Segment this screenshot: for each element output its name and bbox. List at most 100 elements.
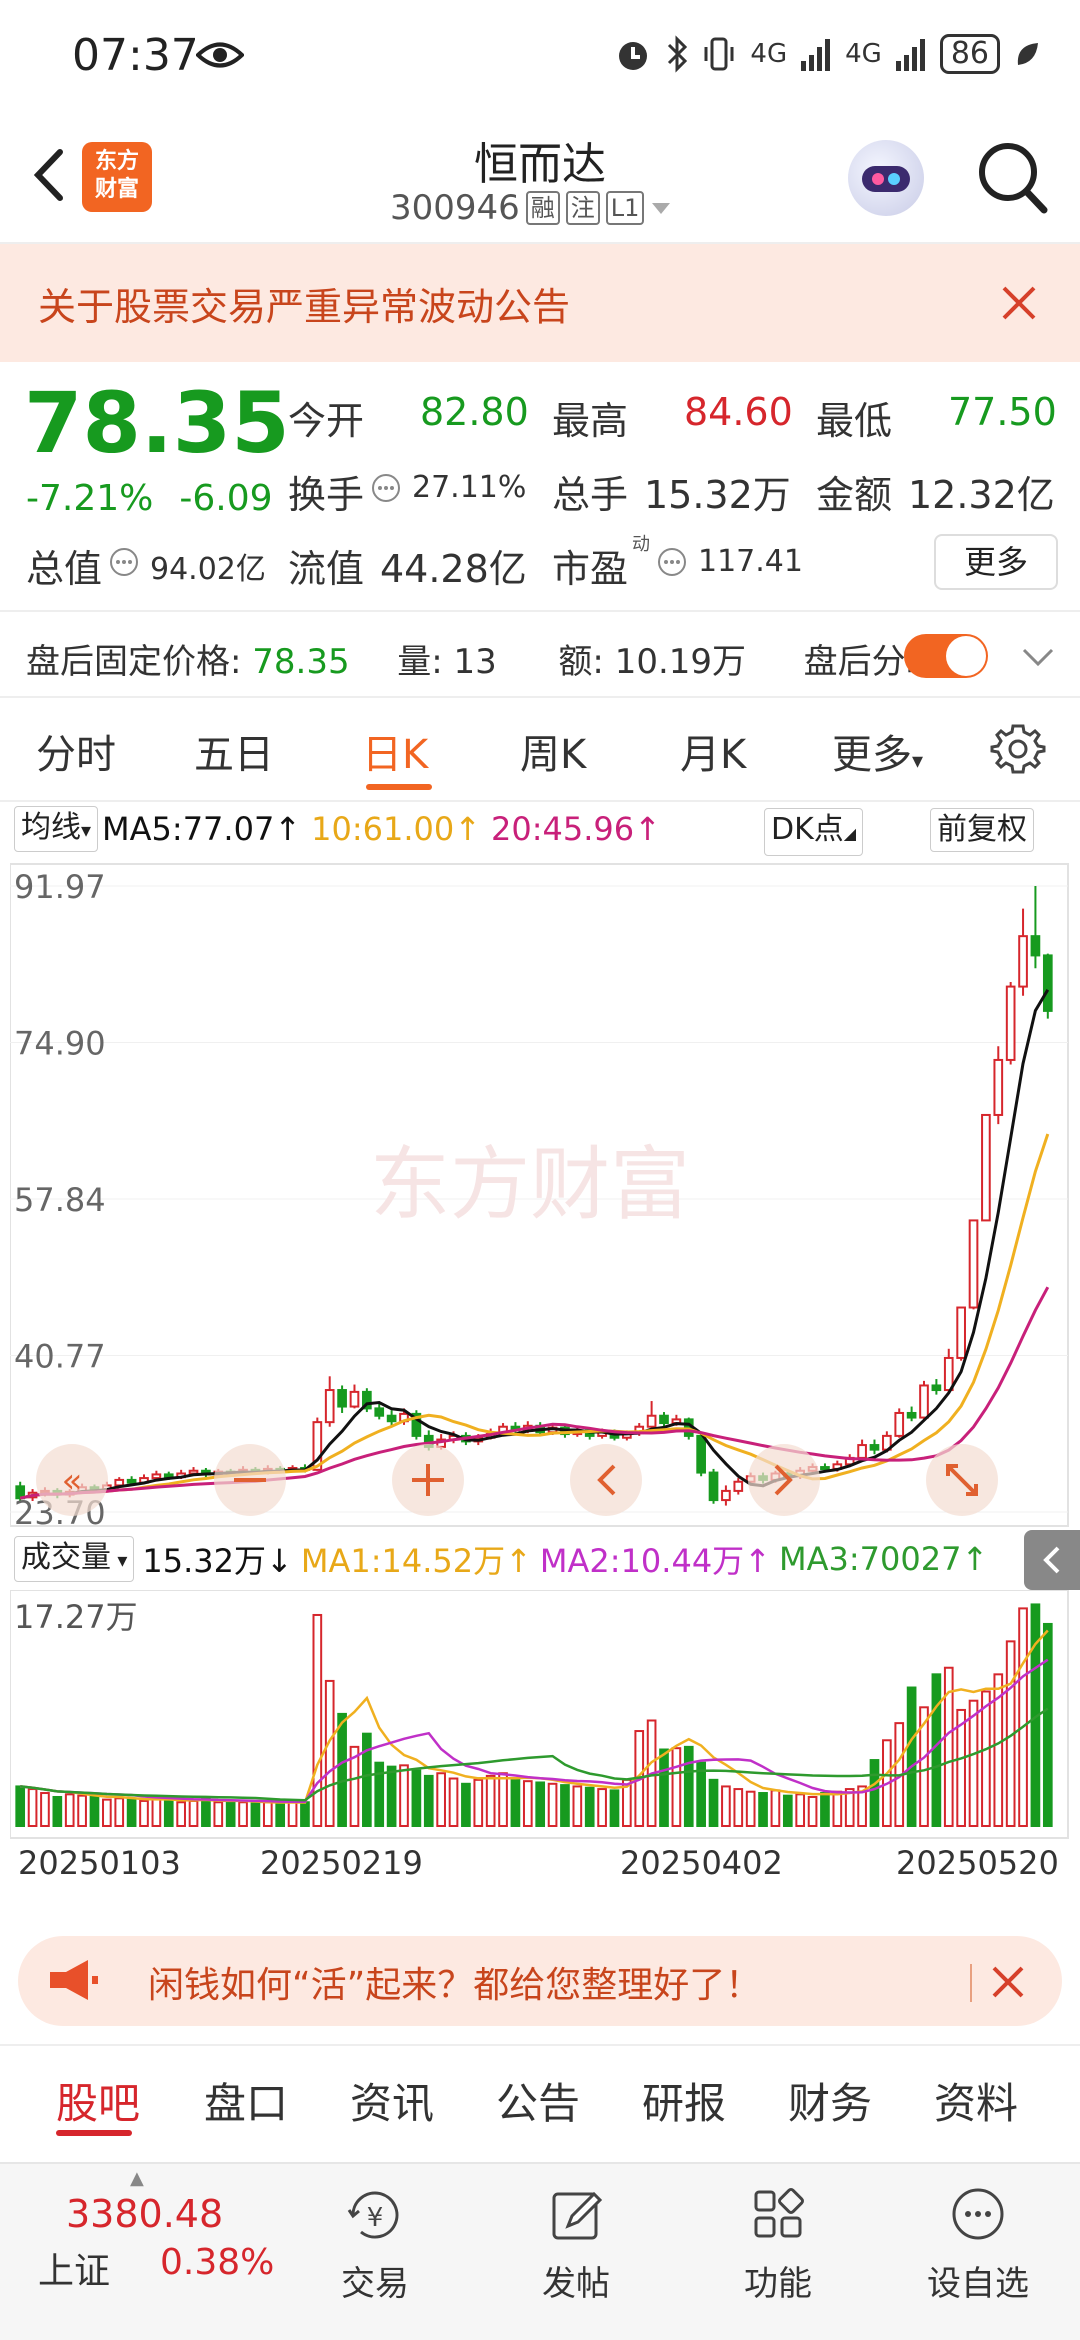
announcement-text[interactable]: 关于股票交易严重异常波动公告 bbox=[38, 276, 570, 331]
tab-profile[interactable]: 资料 bbox=[934, 2070, 1018, 2131]
volume-chart[interactable]: 17.27万 bbox=[10, 1590, 1070, 1840]
market-cap-value: 94.02亿 bbox=[150, 552, 266, 587]
nav-post[interactable]: 发帖 bbox=[506, 2186, 646, 2305]
zoom-out-icon[interactable] bbox=[214, 1444, 286, 1516]
network-label-1: 4G bbox=[750, 39, 788, 69]
nav-post-label: 发帖 bbox=[542, 2264, 610, 2304]
candle-body bbox=[349, 1390, 360, 1408]
registration-tag: 注 bbox=[565, 191, 600, 225]
sh-index-percent[interactable]: 0.38% bbox=[160, 2242, 274, 2283]
after-hours-price: 78.35 bbox=[252, 642, 350, 682]
ma-selector[interactable]: 均线▾ bbox=[14, 806, 99, 852]
dk-point-label: DK点 bbox=[771, 812, 844, 847]
y-tick-label: 57.84 bbox=[14, 1181, 106, 1219]
volume-bar bbox=[597, 1788, 607, 1828]
chevron-down-icon[interactable] bbox=[1018, 642, 1058, 672]
candlestick-chart[interactable]: 东方财富 91.9774.9057.8440.7723.70 « bbox=[10, 862, 1070, 1528]
scroll-prev-icon[interactable] bbox=[570, 1444, 642, 1516]
volume-bar bbox=[324, 1679, 335, 1827]
tab-finance[interactable]: 财务 bbox=[788, 2070, 872, 2131]
leaf-icon bbox=[1017, 43, 1038, 65]
high-value: 84.60 bbox=[684, 390, 793, 434]
more-quote-button[interactable]: 更多 bbox=[934, 534, 1058, 590]
volume-ma3-line bbox=[20, 1707, 1049, 1802]
info-dots-icon[interactable] bbox=[370, 472, 402, 504]
svg-text:¥: ¥ bbox=[367, 2203, 384, 2233]
volume-bar bbox=[844, 1788, 855, 1828]
sh-index-name[interactable]: 上证 bbox=[38, 2242, 110, 2294]
info-dots-icon[interactable] bbox=[656, 546, 688, 578]
volume-selector[interactable]: 成交量 ▾ bbox=[14, 1536, 135, 1582]
tab-monthly-k[interactable]: 月K bbox=[680, 722, 746, 780]
close-icon[interactable] bbox=[998, 282, 1040, 324]
volume-bar bbox=[15, 1785, 26, 1827]
pe-value: 117.41 bbox=[698, 544, 803, 579]
after-hours-toggle[interactable] bbox=[904, 634, 988, 678]
volume-bar bbox=[461, 1782, 471, 1827]
tab-guba[interactable]: 股吧 bbox=[56, 2070, 140, 2131]
tab-five-day[interactable]: 五日 bbox=[194, 722, 274, 780]
collapse-panel-button[interactable] bbox=[1024, 1530, 1080, 1590]
tab-announcements[interactable]: 公告 bbox=[496, 2070, 580, 2131]
grid-icon bbox=[754, 2188, 804, 2238]
fullscreen-icon[interactable] bbox=[926, 1444, 998, 1516]
volume-bar bbox=[869, 1759, 880, 1828]
volume-bar bbox=[201, 1797, 211, 1828]
volume-label: 总手 bbox=[552, 473, 629, 517]
volume-bar bbox=[473, 1778, 484, 1828]
nav-functions[interactable]: 功能 bbox=[708, 2186, 848, 2305]
volume-bar bbox=[745, 1790, 756, 1827]
volume-bar bbox=[1042, 1622, 1053, 1827]
close-icon[interactable] bbox=[988, 1962, 1028, 2002]
volume-bar bbox=[733, 1788, 744, 1828]
ma5-value: MA5:77.07↑ bbox=[102, 810, 302, 848]
forward-adjust-button[interactable]: 前复权 bbox=[930, 808, 1034, 852]
tab-research[interactable]: 研报 bbox=[642, 2070, 726, 2131]
after-hours-price-label: 盘后固定价格: bbox=[26, 642, 242, 682]
volume-bar bbox=[782, 1794, 793, 1827]
candle-body bbox=[931, 1384, 942, 1392]
gear-icon[interactable] bbox=[990, 720, 1046, 776]
volume-bar bbox=[708, 1778, 719, 1828]
pe-label: 市盈 bbox=[552, 547, 629, 591]
volume-bar bbox=[758, 1792, 768, 1827]
search-icon[interactable] bbox=[974, 138, 1050, 218]
volume-bar bbox=[176, 1801, 186, 1827]
tab-pankou[interactable]: 盘口 bbox=[204, 2070, 288, 2131]
candle-body bbox=[659, 1414, 669, 1425]
volume-bar bbox=[659, 1748, 669, 1828]
change-amount: -6.09 bbox=[179, 478, 273, 519]
tab-timeshare[interactable]: 分时 bbox=[36, 722, 116, 780]
after-hours-amount-label: 额: bbox=[558, 642, 604, 682]
tab-daily-k[interactable]: 日K bbox=[362, 722, 428, 780]
volume-bar bbox=[262, 1801, 273, 1827]
info-dots-icon[interactable] bbox=[108, 546, 140, 578]
scroll-left-icon[interactable]: « bbox=[36, 1444, 108, 1516]
volume-bar bbox=[721, 1785, 731, 1827]
candle-body bbox=[857, 1444, 867, 1459]
candle-body bbox=[151, 1473, 162, 1480]
promo-text[interactable]: 闲钱如何“活”起来？都给您整理好了！ bbox=[148, 1956, 761, 2008]
zoom-in-icon[interactable] bbox=[392, 1444, 464, 1516]
candle-body bbox=[820, 1466, 830, 1471]
open-value: 82.80 bbox=[420, 390, 529, 434]
low-value: 77.50 bbox=[948, 390, 1057, 434]
sh-index-value[interactable]: 3380.48 bbox=[66, 2192, 223, 2236]
watermark: 东方财富 bbox=[370, 1138, 690, 1231]
candle-body bbox=[696, 1434, 706, 1474]
candle-body bbox=[1030, 935, 1041, 957]
candle-body bbox=[337, 1389, 347, 1408]
nav-trade[interactable]: ¥ 交易 bbox=[305, 2186, 445, 2305]
stock-code-row[interactable]: 300946 融 注 L1 bbox=[390, 188, 672, 228]
candle-body bbox=[906, 1411, 917, 1419]
tab-news[interactable]: 资讯 bbox=[350, 2070, 434, 2131]
dk-point-button[interactable]: DK点◢ bbox=[764, 808, 864, 856]
nav-add-watchlist[interactable]: 设自选 bbox=[908, 2186, 1048, 2305]
scroll-next-icon[interactable] bbox=[748, 1444, 820, 1516]
ai-assistant-avatar[interactable] bbox=[848, 140, 924, 216]
tab-more[interactable]: 更多▾ bbox=[832, 722, 923, 780]
tab-weekly-k[interactable]: 周K bbox=[520, 722, 586, 780]
candle-body bbox=[114, 1478, 125, 1487]
turnover-value: 27.11% bbox=[412, 470, 527, 505]
volume-ma1: MA1:14.52万↑ bbox=[300, 1542, 532, 1580]
